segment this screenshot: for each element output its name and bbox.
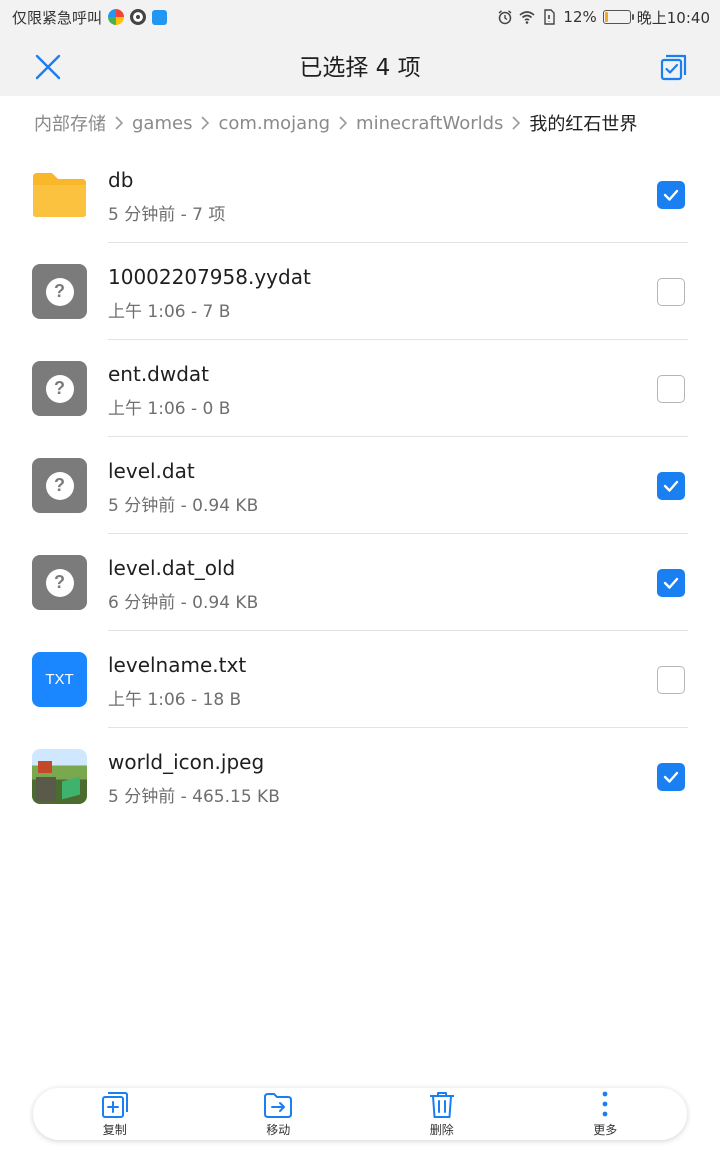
- image-thumbnail: [32, 749, 87, 804]
- breadcrumb-item-internal-storage[interactable]: 内部存储: [34, 110, 106, 136]
- list-item[interactable]: ? level.dat_old 6 分钟前 - 0.94 KB: [0, 534, 720, 631]
- list-item[interactable]: ? level.dat 5 分钟前 - 0.94 KB: [0, 437, 720, 534]
- file-name: db: [108, 168, 134, 192]
- close-icon: [35, 54, 61, 80]
- list-item[interactable]: world_icon.jpeg 5 分钟前 - 465.15 KB: [0, 728, 720, 825]
- clock: 晚上10:40: [636, 8, 710, 27]
- unknown-file-icon: ?: [32, 458, 87, 513]
- list-item[interactable]: TXT levelname.txt 上午 1:06 - 18 B: [0, 631, 720, 728]
- copy-label: 复制: [102, 1123, 127, 1137]
- file-list: db 5 分钟前 - 7 项 ? 10002207958.yydat 上午 1:…: [0, 146, 720, 825]
- app-notification-icon-2: [130, 9, 147, 25]
- file-meta: 5 分钟前 - 0.94 KB: [108, 496, 259, 516]
- row-checkbox[interactable]: [657, 472, 685, 500]
- status-left: 仅限紧急呼叫: [12, 7, 168, 28]
- wifi-icon: [519, 11, 535, 24]
- list-item[interactable]: db 5 分钟前 - 7 项: [0, 146, 720, 243]
- battery-level: [604, 12, 608, 22]
- breadcrumb: 内部存储 games com.mojang minecraftWorlds 我的…: [34, 106, 637, 140]
- check-icon: [663, 189, 679, 201]
- file-meta: 上午 1:06 - 7 B: [108, 302, 231, 322]
- move-label: 移动: [266, 1123, 291, 1137]
- row-checkbox[interactable]: [657, 375, 685, 403]
- select-all-icon: [660, 54, 687, 81]
- unknown-file-icon: ?: [32, 361, 87, 416]
- breadcrumb-item-current: 我的红石世界: [529, 114, 638, 135]
- sim-icon: [544, 9, 556, 25]
- delete-icon: [429, 1092, 454, 1118]
- chevron-right-icon: [114, 115, 124, 131]
- more-button[interactable]: 更多: [545, 1090, 665, 1138]
- carrier-text: 仅限紧急呼叫: [12, 8, 103, 27]
- copy-icon: [101, 1092, 128, 1118]
- action-bar: 复制 移动 删除 更多: [33, 1088, 687, 1140]
- file-name: world_icon.jpeg: [108, 750, 265, 774]
- breadcrumb-item-minecraftworlds[interactable]: minecraftWorlds: [356, 113, 503, 134]
- app-notification-icon-3: [152, 9, 168, 25]
- delete-label: 删除: [429, 1123, 454, 1137]
- battery-percent: 12%: [563, 8, 597, 26]
- check-icon: [663, 480, 679, 492]
- row-checkbox[interactable]: [657, 666, 685, 694]
- txt-file-icon: TXT: [32, 652, 87, 707]
- folder-icon: [32, 167, 87, 222]
- file-meta: 5 分钟前 - 465.15 KB: [108, 787, 280, 807]
- unknown-file-icon: ?: [32, 264, 87, 319]
- file-name: level.dat: [108, 459, 195, 483]
- file-meta: 5 分钟前 - 7 项: [108, 205, 226, 225]
- title-bar: 已选择 4 项: [0, 34, 720, 96]
- file-meta: 6 分钟前 - 0.94 KB: [108, 593, 259, 613]
- file-name: levelname.txt: [108, 653, 247, 677]
- row-checkbox[interactable]: [657, 181, 685, 209]
- battery-icon: [602, 10, 634, 24]
- row-checkbox[interactable]: [657, 763, 685, 791]
- row-checkbox[interactable]: [657, 278, 685, 306]
- unknown-file-icon: ?: [32, 555, 87, 610]
- file-meta: 上午 1:06 - 18 B: [108, 690, 242, 710]
- file-name: level.dat_old: [108, 556, 236, 580]
- file-meta: 上午 1:06 - 0 B: [108, 399, 231, 419]
- more-icon: [602, 1091, 608, 1117]
- check-icon: [663, 771, 679, 783]
- chevron-right-icon: [200, 115, 210, 131]
- copy-button[interactable]: 复制: [55, 1090, 175, 1138]
- chevron-right-icon: [511, 115, 521, 131]
- breadcrumb-item-games[interactable]: games: [132, 113, 192, 134]
- list-item[interactable]: ? ent.dwdat 上午 1:06 - 0 B: [0, 340, 720, 437]
- more-label: 更多: [593, 1123, 618, 1137]
- chevron-right-icon: [338, 115, 348, 131]
- file-name: ent.dwdat: [108, 362, 210, 386]
- move-button[interactable]: 移动: [218, 1090, 338, 1138]
- check-icon: [663, 577, 679, 589]
- status-bar: 仅限紧急呼叫 12% 晚上10:40: [0, 0, 720, 34]
- breadcrumb-item-com-mojang[interactable]: com.mojang: [218, 113, 330, 134]
- close-button[interactable]: [30, 49, 66, 85]
- alarm-icon: [498, 10, 512, 25]
- row-checkbox[interactable]: [657, 569, 685, 597]
- select-all-button[interactable]: [656, 49, 692, 85]
- delete-button[interactable]: 删除: [382, 1090, 502, 1138]
- app-notification-icon: [108, 9, 125, 25]
- status-right: 12% 晚上10:40: [497, 7, 710, 28]
- file-name: 10002207958.yydat: [108, 265, 311, 289]
- list-item[interactable]: ? 10002207958.yydat 上午 1:06 - 7 B: [0, 243, 720, 340]
- move-icon: [264, 1093, 293, 1118]
- page-title: 已选择 4 项: [299, 55, 421, 81]
